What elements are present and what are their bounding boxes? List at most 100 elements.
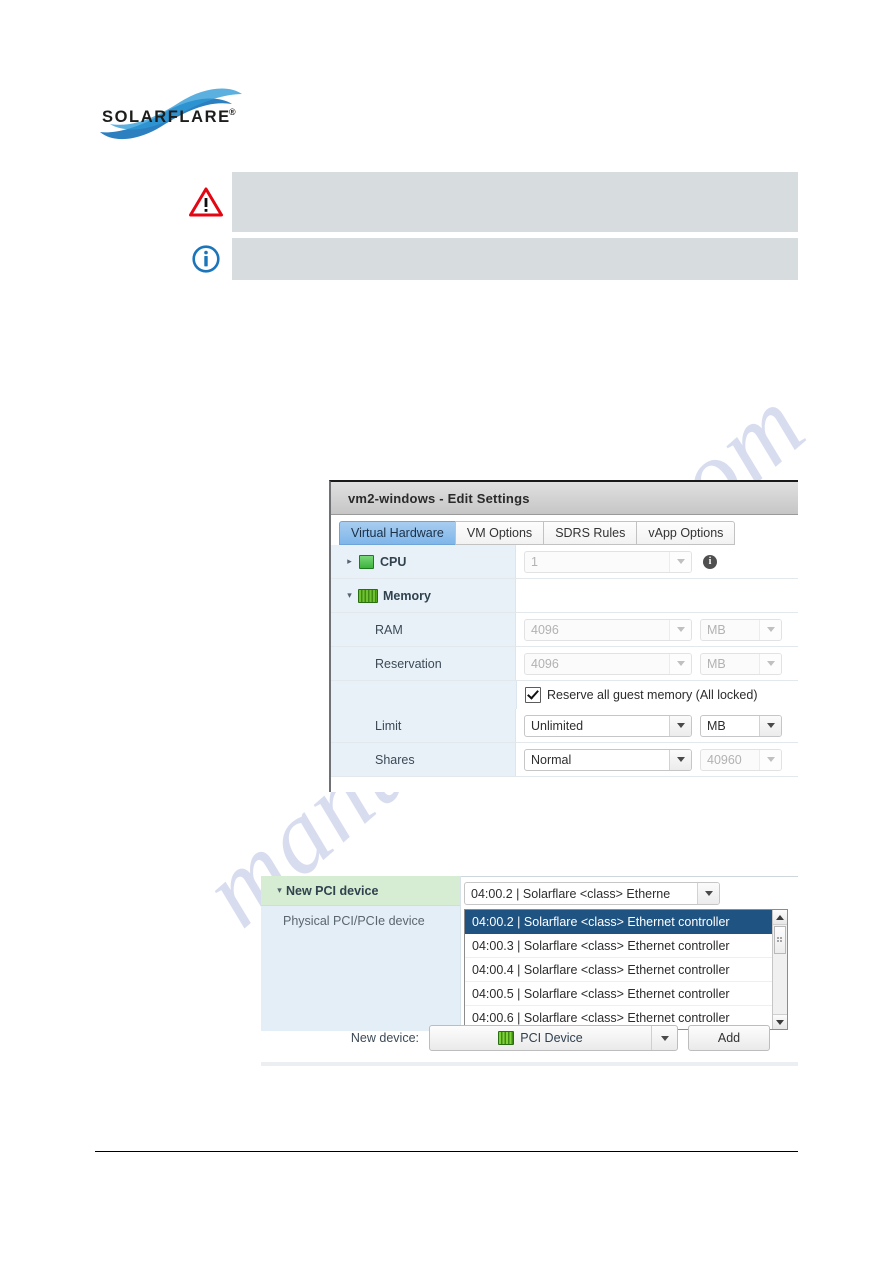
pci-panel-bottom-edge [261,1062,798,1066]
pci-device-combobox-field[interactable]: 04:00.2 | Solarflare <class> Etherne [464,882,720,905]
physical-pci-device-row: Physical PCI/PCIe device [261,906,460,936]
row-memory-label-cell: ▾ Memory [331,579,516,612]
new-pci-device-label: New PCI device [286,883,379,898]
limit-unit-chevron-down-icon[interactable] [759,715,781,736]
tab-vapp-options[interactable]: vApp Options [636,521,736,545]
pci-device-option-2[interactable]: 04:00.4 | Solarflare <class> Ethernet co… [465,958,772,982]
ram-value: 4096 [531,622,559,637]
reservation-value: 4096 [531,656,559,671]
memory-collapse-twisty[interactable]: ▾ [343,591,356,600]
tab-sdrs-rules[interactable]: SDRS Rules [543,521,638,545]
row-limit: Limit Unlimited MB [331,709,798,743]
new-device-chevron-down-icon[interactable] [651,1026,677,1050]
pci-device-option-3[interactable]: 04:00.5 | Solarflare <class> Ethernet co… [465,982,772,1006]
cpu-count-value: 1 [531,554,538,569]
shares-amount-value: 40960 [707,752,742,767]
logo-wordmark: SOLARFLARE [102,108,231,126]
reservation-unit-value: MB [707,656,726,671]
row-reservation: Reservation 4096 MB [331,647,798,681]
row-cpu: ▸ CPU 1 i [331,545,798,579]
shares-label: Shares [375,752,415,767]
shares-chevron-down-icon[interactable] [669,749,691,770]
dialog-body: ▸ CPU 1 i ▾ Memory RAM 4096 MB Reservati… [331,545,798,777]
limit-value: Unlimited [531,718,584,733]
row-reserve-control-cell: Reserve all guest memory (All locked) [517,681,798,709]
limit-chevron-down-icon[interactable] [669,715,691,736]
cpu-icon [359,554,374,569]
pci-left-column: ▾ New PCI device Physical PCI/PCIe devic… [261,876,461,1031]
reservation-label: Reservation [375,656,442,671]
row-reservation-control-cell: 4096 MB [516,647,798,680]
dialog-titlebar: vm2-windows - Edit Settings [331,482,798,515]
tab-virtual-hardware[interactable]: Virtual Hardware [339,521,456,545]
shares-amount-input[interactable]: 40960 [700,748,782,771]
cpu-label: CPU [380,554,407,569]
physical-pci-device-label: Physical PCI/PCIe device [283,914,425,928]
new-device-row: New device: PCI Device Add [261,1024,798,1052]
reservation-chevron-down-icon[interactable] [669,653,691,674]
reservation-unit-chevron-down-icon[interactable] [759,653,781,674]
solarflare-logo: SOLARFLARE ® [96,82,246,144]
pci-device-combobox-value: 04:00.2 | Solarflare <class> Etherne [471,886,671,901]
cpu-info-icon[interactable]: i [703,554,717,569]
info-circle-icon [180,238,232,280]
reservation-unit-select[interactable]: MB [700,652,782,675]
pci-dropdown-scrollbar[interactable] [772,910,787,1029]
scrollbar-thumb[interactable] [774,926,786,954]
memory-icon [358,588,378,603]
row-reserve-all-guest-memory: Reserve all guest memory (All locked) [331,681,798,709]
logo-registered-mark: ® [229,107,236,117]
row-reserve-label-cell [331,681,517,709]
ram-unit-select[interactable]: MB [700,618,782,641]
new-device-label: New device: [350,1031,419,1045]
shares-amount-chevron-down-icon[interactable] [759,749,781,770]
footer-rule [95,1151,798,1152]
cpu-count-select[interactable]: 1 [524,550,692,573]
pci-device-option-container: 04:00.2 | Solarflare <class> Ethernet co… [465,910,772,1029]
row-ram: RAM 4096 MB [331,613,798,647]
memory-label: Memory [383,588,431,603]
tab-vm-options[interactable]: VM Options [454,521,545,545]
add-device-button[interactable]: Add [688,1025,770,1051]
limit-unit-select[interactable]: MB [700,714,782,737]
shares-value: Normal [531,752,572,767]
pci-device-option-1[interactable]: 04:00.3 | Solarflare <class> Ethernet co… [465,934,772,958]
new-pci-device-panel: ▾ New PCI device Physical PCI/PCIe devic… [261,876,798,1066]
shares-value-select[interactable]: Normal [524,748,692,771]
pci-collapse-twisty[interactable]: ▾ [273,886,286,895]
new-pci-device-group-header[interactable]: ▾ New PCI device [261,876,460,906]
row-shares-label-cell: Shares [331,743,516,776]
warning-triangle-icon [180,172,232,232]
pci-device-dropdown-list[interactable]: 04:00.2 | Solarflare <class> Ethernet co… [464,909,788,1030]
row-shares-control-cell: Normal 40960 [516,743,798,776]
limit-value-select[interactable]: Unlimited [524,714,692,737]
ram-unit-chevron-down-icon[interactable] [759,619,781,640]
cpu-expand-twisty[interactable]: ▸ [343,557,356,566]
pci-device-option-0[interactable]: 04:00.2 | Solarflare <class> Ethernet co… [465,910,772,934]
row-shares: Shares Normal 40960 [331,743,798,777]
reservation-value-input[interactable]: 4096 [524,652,692,675]
scrollbar-up-arrow-icon[interactable] [773,910,787,925]
dialog-title: vm2-windows - Edit Settings [348,490,530,506]
pci-device-chevron-down-icon[interactable] [697,883,719,904]
row-ram-control-cell: 4096 MB [516,613,798,646]
limit-label: Limit [375,718,402,733]
reserve-all-guest-memory-checkbox[interactable] [525,687,541,703]
ram-label: RAM [375,622,403,637]
new-device-type-select[interactable]: PCI Device [429,1025,678,1051]
warning-note-body [232,172,798,232]
row-cpu-label-cell: ▸ CPU [331,545,516,578]
pci-device-combobox[interactable]: 04:00.2 | Solarflare <class> Etherne [464,882,720,905]
info-note-body [232,238,798,280]
ram-chevron-down-icon[interactable] [669,619,691,640]
cpu-count-chevron-down-icon[interactable] [669,551,691,572]
pci-device-icon [498,1031,515,1045]
warning-note [180,172,798,232]
row-cpu-control-cell: 1 i [516,545,798,578]
ram-value-input[interactable]: 4096 [524,618,692,641]
new-device-type-value: PCI Device [520,1031,583,1045]
row-reservation-label-cell: Reservation [331,647,516,680]
reserve-all-guest-memory-label: Reserve all guest memory (All locked) [547,688,758,702]
row-memory: ▾ Memory [331,579,798,613]
new-device-type-inner: PCI Device [430,1031,651,1045]
